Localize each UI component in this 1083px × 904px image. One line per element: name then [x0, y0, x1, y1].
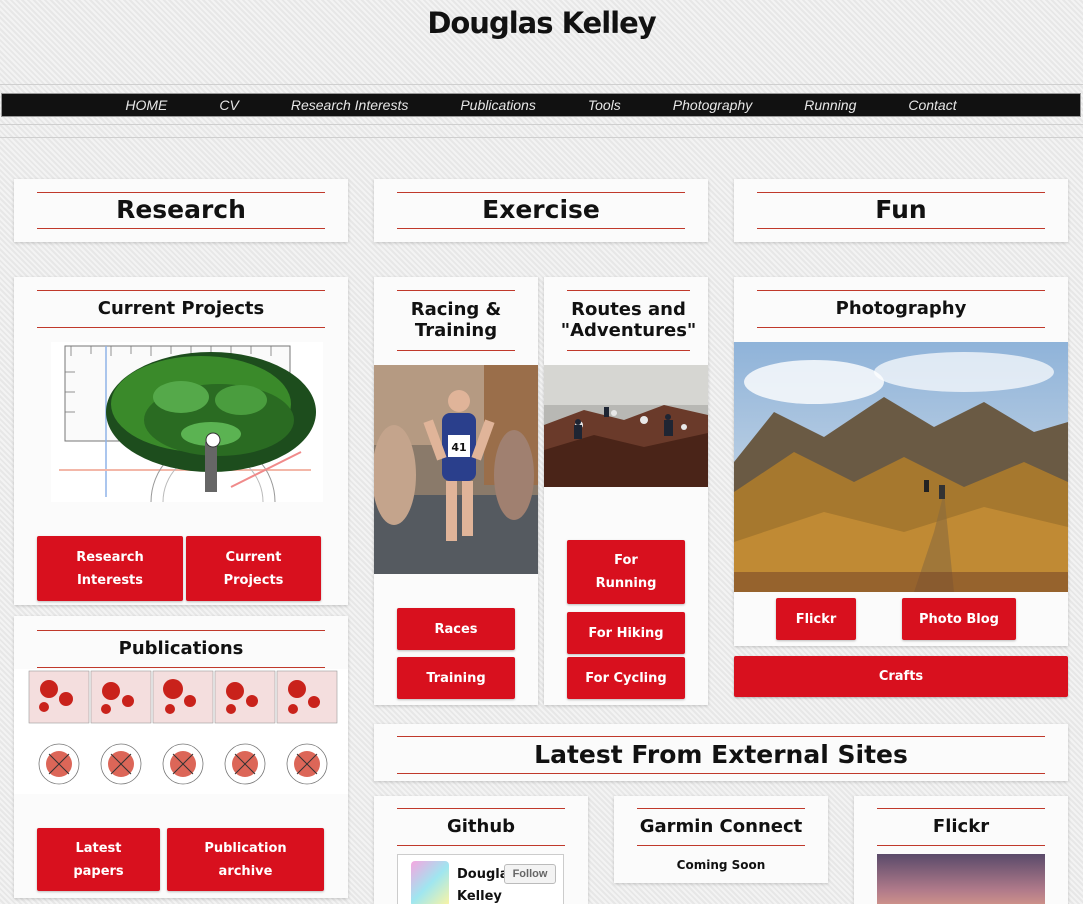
research-section-card: Research [14, 179, 348, 242]
photo-blog-button[interactable]: Photo Blog [902, 598, 1016, 640]
photography-title: Photography [757, 290, 1045, 328]
tree-ruler-image[interactable] [51, 342, 323, 502]
runner-bib-number: 41 [451, 441, 466, 454]
publications-card: Publications Latest papers Publication a… [14, 616, 348, 898]
routes-adventures-card: Routes and "Adventures" For Running For … [544, 277, 708, 705]
nav-cv[interactable]: CV [219, 97, 238, 113]
photography-card: Photography Flickr Photo Blog [734, 277, 1068, 646]
external-sites-title: Latest From External Sites [397, 736, 1045, 774]
github-follow-button[interactable]: Follow [504, 864, 556, 884]
current-projects-title: Current Projects [37, 290, 325, 328]
github-card: Github Douglas Kelley Follow [374, 796, 588, 904]
site-title: Douglas Kelley [427, 6, 656, 40]
flickr-button[interactable]: Flickr [776, 598, 856, 640]
publications-title: Publications [37, 630, 325, 668]
nav-publications[interactable]: Publications [460, 97, 536, 113]
exercise-section-card: Exercise [374, 179, 708, 242]
fun-section-title: Fun [757, 192, 1045, 229]
garmin-connect-title: Garmin Connect [637, 808, 805, 846]
current-projects-button[interactable]: Current Projects [186, 536, 321, 601]
main-nav: HOME CV Research Interests Publications … [1, 93, 1081, 117]
exercise-section-title: Exercise [397, 192, 685, 229]
runner-photo[interactable]: 41 [374, 365, 538, 574]
flickr-feed-card: Flickr [854, 796, 1068, 904]
research-section-title: Research [37, 192, 325, 229]
latest-papers-button[interactable]: Latest papers [37, 828, 160, 891]
garmin-status-text: Coming Soon [676, 858, 766, 872]
flickr-feed-title: Flickr [877, 808, 1045, 846]
nav-running[interactable]: Running [804, 97, 856, 113]
garmin-connect-card: Garmin Connect Coming Soon [614, 796, 828, 883]
crafts-button[interactable]: Crafts [734, 656, 1068, 697]
racing-training-title: Racing & Training [397, 290, 515, 351]
nav-home[interactable]: HOME [125, 97, 167, 113]
for-running-button[interactable]: For Running [567, 540, 685, 604]
mountain-hikers-photo[interactable] [544, 365, 708, 487]
routes-adventures-title: Routes and "Adventures" [561, 290, 696, 351]
flickr-latest-photo[interactable] [877, 854, 1045, 904]
training-button[interactable]: Training [397, 657, 515, 699]
publication-archive-button[interactable]: Publication archive [167, 828, 324, 891]
github-username-last: Kelley [457, 889, 502, 904]
header-divider [0, 84, 1083, 85]
nav-photography[interactable]: Photography [673, 97, 752, 113]
publication-figure-image[interactable] [14, 669, 348, 794]
github-avatar [411, 861, 449, 904]
for-cycling-button[interactable]: For Cycling [567, 657, 685, 699]
for-hiking-button[interactable]: For Hiking [567, 612, 685, 654]
fun-section-card: Fun [734, 179, 1068, 242]
github-title: Github [397, 808, 565, 846]
valley-landscape-photo[interactable] [734, 342, 1068, 592]
nav-contact[interactable]: Contact [908, 97, 956, 113]
nav-divider-1 [0, 124, 1083, 125]
external-sites-card: Latest From External Sites [374, 724, 1068, 781]
github-profile-widget[interactable]: Douglas Kelley Follow [397, 854, 564, 904]
races-button[interactable]: Races [397, 608, 515, 650]
current-projects-card: Current Projects Research Interests Curr… [14, 277, 348, 605]
nav-divider-2 [0, 137, 1083, 138]
research-interests-button[interactable]: Research Interests [37, 536, 183, 601]
nav-research-interests[interactable]: Research Interests [291, 97, 409, 113]
racing-training-card: Racing & Training 41 Races Training [374, 277, 538, 705]
nav-tools[interactable]: Tools [588, 97, 621, 113]
